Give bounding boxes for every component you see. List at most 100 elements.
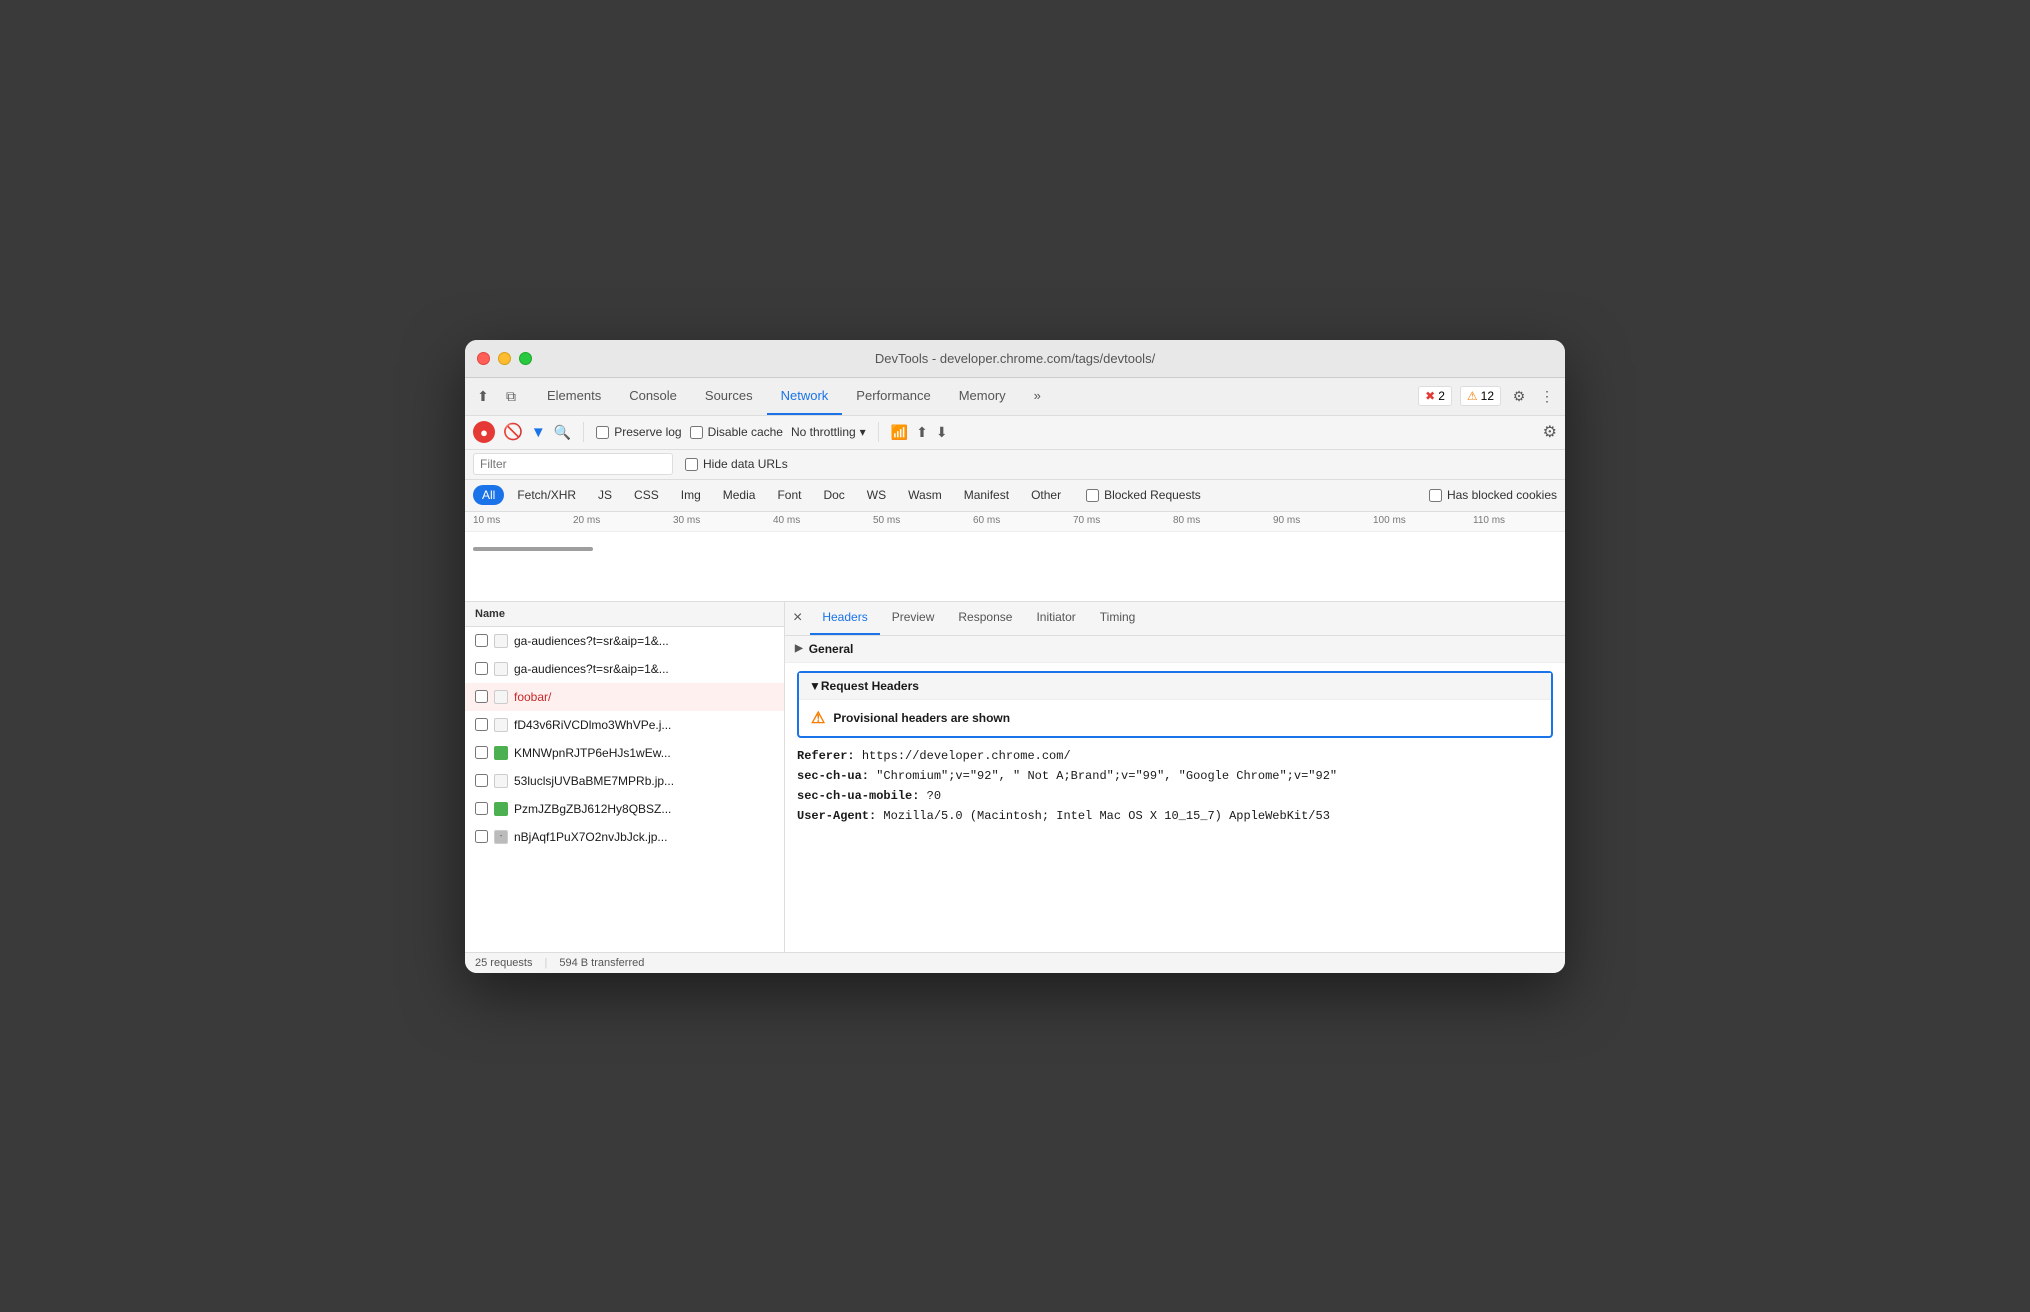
request-item-checkbox[interactable] <box>475 662 488 675</box>
request-item[interactable]: ga-audiences?t=sr&aip=1&... <box>465 627 784 655</box>
type-filter-bar: All Fetch/XHR JS CSS Img Media Font Doc … <box>465 480 1565 512</box>
requests-count: 25 requests <box>475 957 532 969</box>
filter-ws[interactable]: WS <box>858 485 895 505</box>
detail-tab-timing[interactable]: Timing <box>1088 602 1148 636</box>
hide-data-urls-label[interactable]: Hide data URLs <box>685 457 788 471</box>
blocked-requests-label[interactable]: Blocked Requests <box>1086 488 1201 502</box>
request-item-checkbox[interactable] <box>475 634 488 647</box>
clear-button[interactable]: 🚫 <box>503 422 523 442</box>
detail-tab-headers[interactable]: Headers <box>810 602 879 636</box>
request-item[interactable]: KMNWpnRJTP6eHJs1wEw... <box>465 739 784 767</box>
warning-icon: ⚠ <box>1467 389 1478 403</box>
request-item-name: nBjAqf1PuX7O2nvJbJck.jp... <box>514 830 774 844</box>
filter-other[interactable]: Other <box>1022 485 1070 505</box>
error-icon: ✖ <box>1425 389 1435 403</box>
request-item-foobar[interactable]: foobar/ <box>465 683 784 711</box>
network-settings-icon[interactable]: ⚙ <box>1543 422 1557 442</box>
request-item[interactable]: ga-audiences?t=sr&aip=1&... <box>465 655 784 683</box>
filter-js[interactable]: JS <box>589 485 621 505</box>
has-blocked-cookies-checkbox[interactable] <box>1429 489 1442 502</box>
request-item-checkbox[interactable] <box>475 718 488 731</box>
general-section-header[interactable]: ▶ General <box>785 636 1565 663</box>
request-type-icon <box>494 718 508 732</box>
header-name-referer: Referer: <box>797 749 855 763</box>
timeline-label-80: 80 ms <box>1165 512 1265 531</box>
request-headers-title[interactable]: ▼ Request Headers <box>799 673 1551 700</box>
request-item-checkbox[interactable] <box>475 774 488 787</box>
filter-css[interactable]: CSS <box>625 485 668 505</box>
main-area: Name ga-audiences?t=sr&aip=1&... ga-audi… <box>465 602 1565 952</box>
close-panel-button[interactable]: × <box>793 609 802 627</box>
request-type-icon: - <box>494 830 508 844</box>
header-name-sec-ch-ua-mobile: sec-ch-ua-mobile: <box>797 789 919 803</box>
filter-all[interactable]: All <box>473 485 504 505</box>
request-item-checkbox[interactable] <box>475 690 488 703</box>
timeline-label-30: 30 ms <box>665 512 765 531</box>
preserve-log-checkbox-label[interactable]: Preserve log <box>596 425 681 439</box>
tab-network[interactable]: Network <box>767 377 843 415</box>
filter-icon[interactable]: ▼ <box>531 424 546 441</box>
request-item[interactable]: PzmJZBgZBJ612Hy8QBSZ... <box>465 795 784 823</box>
filter-manifest[interactable]: Manifest <box>955 485 1018 505</box>
filter-doc[interactable]: Doc <box>814 485 853 505</box>
warning-count-badge[interactable]: ⚠ 12 <box>1460 386 1501 406</box>
details-content[interactable]: ▶ General ▼ Request Headers ⚠ Provisiona… <box>785 636 1565 952</box>
tab-console[interactable]: Console <box>615 377 691 415</box>
detail-tab-preview[interactable]: Preview <box>880 602 947 636</box>
header-row-sec-ch-ua-mobile: sec-ch-ua-mobile: ?0 <box>785 786 1565 806</box>
request-item-checkbox[interactable] <box>475 830 488 843</box>
maximize-button[interactable] <box>519 352 532 365</box>
filter-fetch-xhr[interactable]: Fetch/XHR <box>508 485 585 505</box>
filter-media[interactable]: Media <box>714 485 765 505</box>
search-icon[interactable]: 🔍 <box>554 424 571 441</box>
wifi-icon[interactable]: 📶 <box>891 424 908 441</box>
request-item[interactable]: 53luclsjUVBaBME7MPRb.jp... <box>465 767 784 795</box>
tab-more[interactable]: » <box>1020 377 1055 415</box>
tab-sources[interactable]: Sources <box>691 377 767 415</box>
download-icon[interactable]: ⬇ <box>936 424 948 441</box>
record-button[interactable]: ● <box>473 421 495 443</box>
close-button[interactable] <box>477 352 490 365</box>
timeline-labels: 10 ms 20 ms 30 ms 40 ms 50 ms 60 ms 70 m… <box>465 512 1565 532</box>
timeline-label-60: 60 ms <box>965 512 1065 531</box>
more-options-icon[interactable]: ⋮ <box>1537 386 1557 406</box>
request-item-name: ga-audiences?t=sr&aip=1&... <box>514 634 774 648</box>
tab-elements[interactable]: Elements <box>533 377 615 415</box>
filter-font[interactable]: Font <box>768 485 810 505</box>
blocked-requests-checkbox[interactable] <box>1086 489 1099 502</box>
filter-input[interactable] <box>480 457 666 471</box>
detail-tab-response[interactable]: Response <box>946 602 1024 636</box>
tab-memory[interactable]: Memory <box>945 377 1020 415</box>
request-list: Name ga-audiences?t=sr&aip=1&... ga-audi… <box>465 602 785 952</box>
minimize-button[interactable] <box>498 352 511 365</box>
disable-cache-checkbox[interactable] <box>690 426 703 439</box>
cursor-icon[interactable]: ⬆ <box>473 386 493 406</box>
filter-wasm[interactable]: Wasm <box>899 485 951 505</box>
warning-triangle-icon: ⚠ <box>811 708 825 728</box>
has-blocked-cookies-label[interactable]: Has blocked cookies <box>1429 488 1557 502</box>
timeline-label-50: 50 ms <box>865 512 965 531</box>
request-item-checkbox[interactable] <box>475 746 488 759</box>
request-item[interactable]: - nBjAqf1PuX7O2nvJbJck.jp... <box>465 823 784 851</box>
title-bar: DevTools - developer.chrome.com/tags/dev… <box>465 340 1565 378</box>
provisional-warning-text: Provisional headers are shown <box>833 711 1010 725</box>
request-type-icon <box>494 634 508 648</box>
request-item-checkbox[interactable] <box>475 802 488 815</box>
tab-performance[interactable]: Performance <box>842 377 944 415</box>
timeline-label-40: 40 ms <box>765 512 865 531</box>
preserve-log-checkbox[interactable] <box>596 426 609 439</box>
hide-data-urls-checkbox[interactable] <box>685 458 698 471</box>
request-item[interactable]: fD43v6RiVCDlmo3WhVPe.j... <box>465 711 784 739</box>
disable-cache-checkbox-label[interactable]: Disable cache <box>690 425 783 439</box>
header-value-sec-ch-ua: "Chromium";v="92", " Not A;Brand";v="99"… <box>876 769 1337 783</box>
upload-icon[interactable]: ⬆ <box>916 424 928 441</box>
filter-img[interactable]: Img <box>672 485 710 505</box>
throttle-select[interactable]: No throttling ▾ <box>791 425 866 439</box>
transferred-amount: 594 B transferred <box>559 957 644 969</box>
device-toolbar-icon[interactable]: ⧉ <box>501 386 521 406</box>
error-count: 2 <box>1438 389 1445 403</box>
detail-tab-initiator[interactable]: Initiator <box>1024 602 1087 636</box>
settings-gear-icon[interactable]: ⚙ <box>1509 386 1529 406</box>
error-count-badge[interactable]: ✖ 2 <box>1418 386 1452 406</box>
header-value-referer: https://developer.chrome.com/ <box>862 749 1071 763</box>
